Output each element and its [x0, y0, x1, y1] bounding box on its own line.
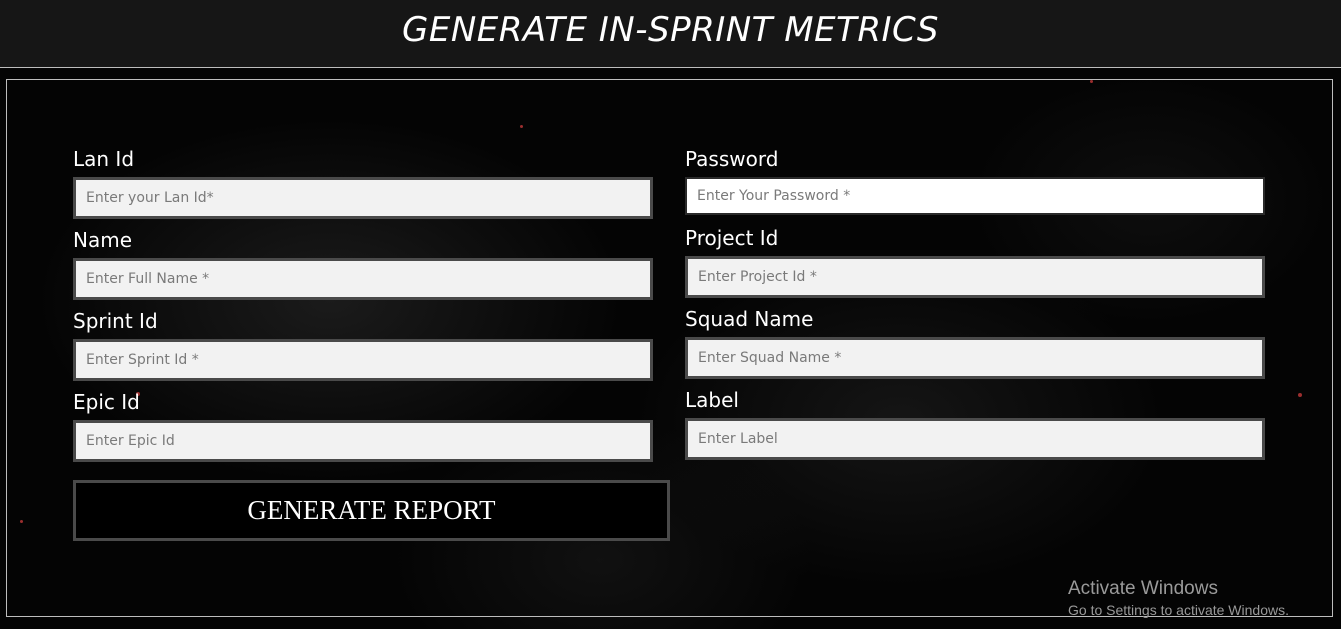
- watermark-subtitle: Go to Settings to activate Windows.: [1068, 602, 1289, 618]
- squad-name-field: Squad Name: [685, 307, 1265, 379]
- password-field: Password: [685, 147, 1265, 215]
- project-id-input[interactable]: [685, 256, 1265, 298]
- sprint-id-input[interactable]: [73, 339, 653, 381]
- watermark-title: Activate Windows: [1068, 578, 1218, 599]
- lan-id-label: Lan Id: [73, 147, 135, 171]
- project-id-label: Project Id: [685, 226, 779, 250]
- generate-report-button[interactable]: GENERATE REPORT: [73, 480, 670, 541]
- name-input[interactable]: [73, 258, 653, 300]
- name-label: Name: [73, 228, 133, 252]
- lan-id-field: Lan Id: [73, 147, 653, 219]
- label-field: Label: [685, 388, 1265, 460]
- password-label: Password: [685, 147, 779, 171]
- password-input[interactable]: [685, 177, 1265, 215]
- label-input[interactable]: [685, 418, 1265, 460]
- epic-id-input[interactable]: [73, 420, 653, 462]
- lan-id-input[interactable]: [73, 177, 653, 219]
- epic-id-label: Epic Id: [73, 390, 140, 414]
- page: GENERATE IN-SPRINT METRICS Lan Id Name S…: [0, 0, 1341, 629]
- activate-windows-watermark: Activate Windows Go to Settings to activ…: [1068, 578, 1289, 620]
- sprint-id-label: Sprint Id: [73, 309, 158, 333]
- squad-name-label: Squad Name: [685, 307, 814, 331]
- epic-id-field: Epic Id: [73, 390, 653, 462]
- name-field: Name: [73, 228, 653, 300]
- sprint-id-field: Sprint Id: [73, 309, 653, 381]
- project-id-field: Project Id: [685, 226, 1265, 298]
- label-label: Label: [685, 388, 739, 412]
- page-title: GENERATE IN-SPRINT METRICS: [402, 10, 939, 50]
- page-header: GENERATE IN-SPRINT METRICS: [0, 0, 1341, 68]
- squad-name-input[interactable]: [685, 337, 1265, 379]
